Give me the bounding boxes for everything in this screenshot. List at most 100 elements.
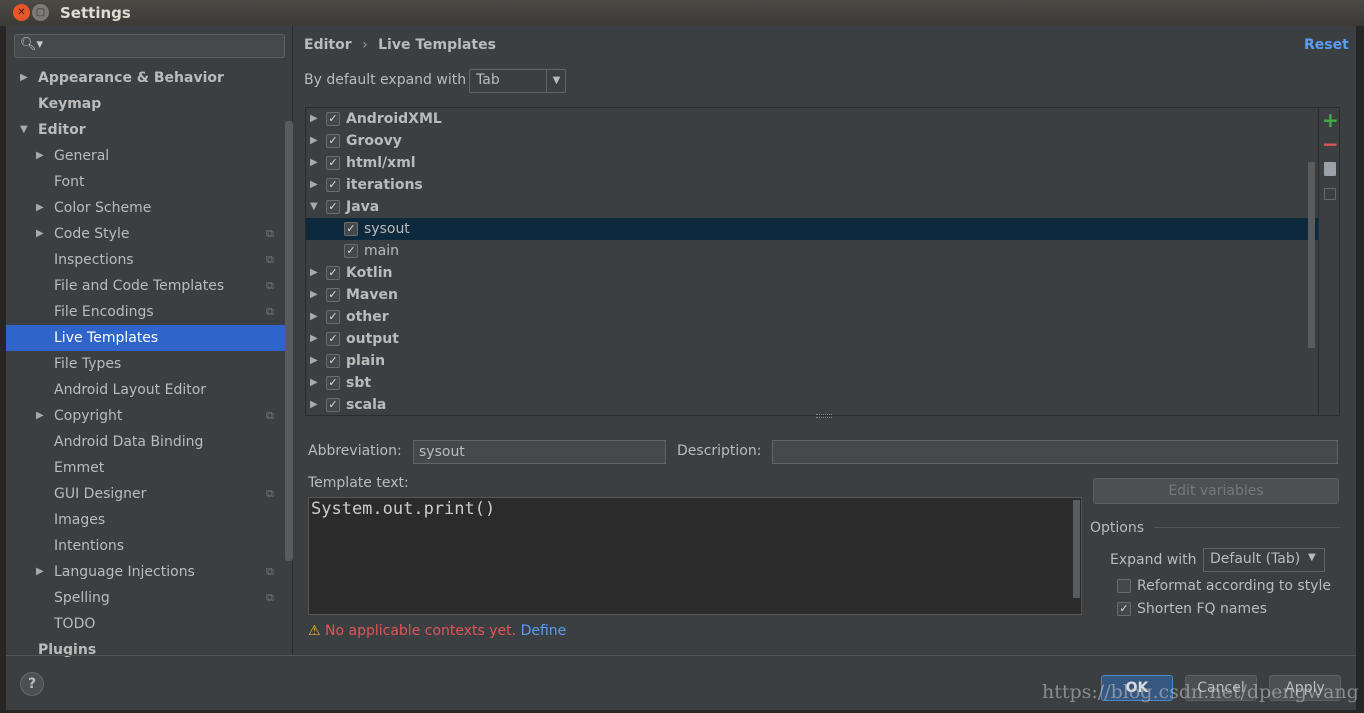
chevron-right-icon[interactable]: ▶ bbox=[310, 174, 318, 196]
template-item[interactable]: ✓ sysout bbox=[306, 218, 1318, 240]
sidebar-item[interactable]: ▶ General bbox=[6, 143, 293, 169]
template-group[interactable]: ▶ ✓ Kotlin bbox=[306, 262, 1318, 284]
enabled-checkbox[interactable]: ✓ bbox=[326, 288, 340, 302]
chevron-right-icon[interactable]: ▶ bbox=[310, 350, 318, 372]
sidebar-item[interactable]: Spelling ⧉ bbox=[6, 585, 293, 611]
enabled-checkbox[interactable]: ✓ bbox=[326, 178, 340, 192]
template-group[interactable]: ▶ ✓ other bbox=[306, 306, 1318, 328]
template-group[interactable]: ▼ ✓ Java bbox=[306, 196, 1318, 218]
chevron-right-icon[interactable]: ▶ bbox=[310, 262, 318, 284]
template-text-editor[interactable]: System.out.print() bbox=[308, 497, 1082, 615]
chevron-right-icon[interactable]: ▶ bbox=[310, 394, 318, 416]
sidebar-item[interactable]: File and Code Templates ⧉ bbox=[6, 273, 293, 299]
edit-variables-button[interactable]: Edit variables bbox=[1093, 478, 1339, 504]
sidebar-item[interactable]: Emmet bbox=[6, 455, 293, 481]
template-group[interactable]: ▶ ✓ plain bbox=[306, 350, 1318, 372]
sidebar-item[interactable]: Inspections ⧉ bbox=[6, 247, 293, 273]
add-icon[interactable]: + bbox=[1322, 108, 1339, 132]
sidebar-item[interactable]: Font bbox=[6, 169, 293, 195]
template-group[interactable]: ▶ ✓ html/xml bbox=[306, 152, 1318, 174]
remove-icon[interactable]: − bbox=[1322, 132, 1339, 156]
sidebar-item[interactable]: ▶ Language Injections ⧉ bbox=[6, 559, 293, 585]
template-item[interactable]: ✓ main bbox=[306, 240, 1318, 262]
sidebar-item[interactable]: ▶ Code Style ⧉ bbox=[6, 221, 293, 247]
define-link[interactable]: Define bbox=[521, 623, 567, 639]
close-icon[interactable]: ✕ bbox=[13, 4, 30, 21]
template-group[interactable]: ▶ ✓ AndroidXML bbox=[306, 108, 1318, 130]
template-group[interactable]: ▶ ✓ Maven bbox=[306, 284, 1318, 306]
sidebar-item[interactable]: TODO bbox=[6, 611, 293, 637]
sidebar-item[interactable]: Android Layout Editor bbox=[6, 377, 293, 403]
sidebar-scrollbar[interactable] bbox=[285, 121, 293, 561]
enabled-checkbox[interactable]: ✓ bbox=[326, 332, 340, 346]
sidebar-item[interactable]: ▶ Appearance & Behavior bbox=[6, 65, 293, 91]
template-group[interactable]: ▶ ✓ output bbox=[306, 328, 1318, 350]
chevron-right-icon[interactable]: ▶ bbox=[310, 372, 318, 394]
expand-select[interactable]: Tab ▼ bbox=[469, 69, 566, 93]
breadcrumb-separator: › bbox=[362, 37, 368, 53]
shorten-fq-checkbox[interactable]: ✓ bbox=[1117, 602, 1131, 616]
enabled-checkbox[interactable]: ✓ bbox=[326, 398, 340, 412]
enabled-checkbox[interactable]: ✓ bbox=[326, 310, 340, 324]
sidebar-item[interactable]: File Encodings ⧉ bbox=[6, 299, 293, 325]
template-scrollbar[interactable] bbox=[1073, 500, 1080, 598]
copy-icon[interactable] bbox=[1324, 162, 1336, 176]
template-group[interactable]: ▶ ✓ Groovy bbox=[306, 130, 1318, 152]
breadcrumb-parent[interactable]: Editor bbox=[304, 37, 352, 53]
help-button[interactable]: ? bbox=[20, 672, 44, 696]
breadcrumb-current: Live Templates bbox=[378, 37, 496, 53]
enabled-checkbox[interactable]: ✓ bbox=[326, 156, 340, 170]
sidebar-item[interactable]: Live Templates bbox=[6, 325, 293, 351]
splitter-handle[interactable] bbox=[816, 414, 832, 418]
chevron-right-icon[interactable]: ▶ bbox=[310, 108, 318, 130]
template-label: other bbox=[346, 309, 389, 325]
search-input[interactable]: 🔍︎▾ bbox=[14, 34, 285, 58]
chevron-right-icon[interactable]: ▶ bbox=[310, 328, 318, 350]
enabled-checkbox[interactable]: ✓ bbox=[326, 376, 340, 390]
reset-link[interactable]: Reset bbox=[1304, 37, 1349, 53]
tree-scrollbar[interactable] bbox=[1308, 162, 1315, 348]
template-group[interactable]: ▶ ✓ sbt bbox=[306, 372, 1318, 394]
sidebar-item[interactable]: ▶ Copyright ⧉ bbox=[6, 403, 293, 429]
enabled-checkbox[interactable]: ✓ bbox=[326, 112, 340, 126]
sidebar-item[interactable]: Images bbox=[6, 507, 293, 533]
chevron-right-icon[interactable]: ▶ bbox=[36, 195, 44, 221]
sidebar-item[interactable]: GUI Designer ⧉ bbox=[6, 481, 293, 507]
sidebar-item[interactable]: ▶ Color Scheme bbox=[6, 195, 293, 221]
sidebar-item-label: Emmet bbox=[54, 460, 105, 476]
sidebar-item[interactable]: File Types bbox=[6, 351, 293, 377]
chevron-right-icon[interactable]: ▶ bbox=[36, 403, 44, 429]
sidebar-item-label: Font bbox=[54, 174, 85, 190]
enabled-checkbox[interactable]: ✓ bbox=[326, 266, 340, 280]
template-group[interactable]: ▶ ✓ iterations bbox=[306, 174, 1318, 196]
reformat-checkbox[interactable] bbox=[1117, 579, 1131, 593]
abbreviation-input[interactable]: sysout bbox=[413, 440, 666, 464]
template-group[interactable]: ▶ ✓ scala bbox=[306, 394, 1318, 416]
sidebar-item-label: Keymap bbox=[38, 96, 102, 112]
sidebar-item[interactable]: Android Data Binding bbox=[6, 429, 293, 455]
template-label: Kotlin bbox=[346, 265, 393, 281]
enabled-checkbox[interactable]: ✓ bbox=[344, 244, 358, 258]
project-scope-icon: ⧉ bbox=[266, 253, 274, 266]
chevron-right-icon[interactable]: ▶ bbox=[310, 306, 318, 328]
chevron-right-icon[interactable]: ▶ bbox=[310, 284, 318, 306]
chevron-down-icon[interactable]: ▼ bbox=[20, 117, 28, 143]
chevron-right-icon[interactable]: ▶ bbox=[36, 221, 44, 247]
chevron-right-icon[interactable]: ▶ bbox=[36, 559, 44, 585]
expand-with-select[interactable]: Default (Tab) ▼ bbox=[1203, 548, 1325, 572]
description-input[interactable] bbox=[772, 440, 1338, 464]
chevron-right-icon[interactable]: ▶ bbox=[310, 130, 318, 152]
enabled-checkbox[interactable]: ✓ bbox=[326, 134, 340, 148]
chevron-right-icon[interactable]: ▶ bbox=[36, 143, 44, 169]
maximize-icon[interactable]: ▢ bbox=[32, 4, 49, 21]
sidebar-item[interactable]: Intentions bbox=[6, 533, 293, 559]
sidebar-item[interactable]: Keymap bbox=[6, 91, 293, 117]
chevron-down-icon[interactable]: ▼ bbox=[310, 196, 318, 218]
chevron-right-icon[interactable]: ▶ bbox=[20, 65, 28, 91]
enabled-checkbox[interactable]: ✓ bbox=[326, 200, 340, 214]
enabled-checkbox[interactable]: ✓ bbox=[344, 222, 358, 236]
sidebar-item[interactable]: Plugins bbox=[6, 637, 293, 663]
enabled-checkbox[interactable]: ✓ bbox=[326, 354, 340, 368]
sidebar-item[interactable]: ▼ Editor bbox=[6, 117, 293, 143]
chevron-right-icon[interactable]: ▶ bbox=[310, 152, 318, 174]
